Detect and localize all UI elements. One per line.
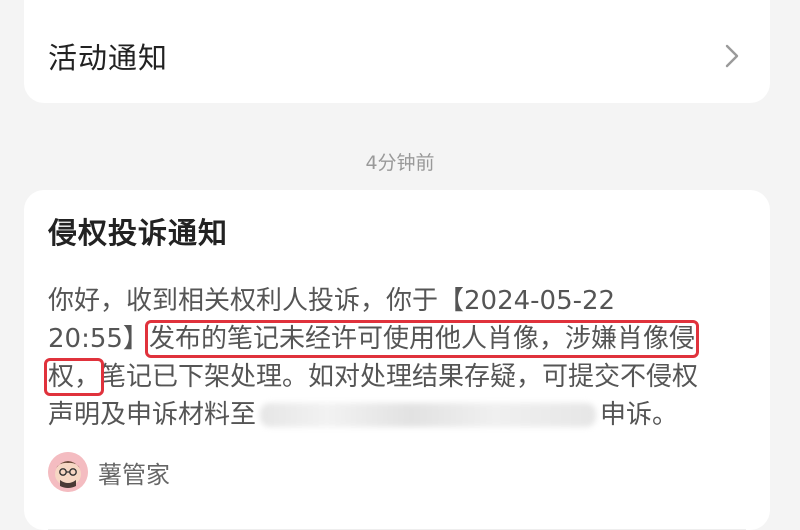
notice-text: 笔记已下架处理。如对处理结果存疑，可提交不侵权 (100, 362, 699, 392)
notice-text: 20:55】 (48, 324, 149, 354)
notice-body-line-4: 声明及申诉材料至 申诉。 (48, 396, 748, 434)
notice-body-line-2: 20:55】发布的笔记未经许可使用他人肖像，涉嫌肖像侵 (48, 320, 748, 358)
sender[interactable]: 薯管家 (48, 452, 746, 492)
notice-text: 申诉。 (600, 400, 679, 430)
activity-notice-entry[interactable]: 活动通知 (24, 0, 770, 103)
highlighted-reason-end: 权， (43, 358, 105, 396)
highlighted-reason: 发布的笔记未经许可使用他人肖像，涉嫌肖像侵 (144, 320, 699, 358)
notice-text: 你好，收到相关权利人投诉，你于【2024-05-22 (48, 286, 616, 316)
notice-text: 声明及申诉材料至 (48, 400, 257, 430)
notice-body-line-3: 权，笔记已下架处理。如对处理结果存疑，可提交不侵权 (43, 358, 748, 396)
potato-butler-avatar-icon (48, 452, 88, 492)
redacted-email (260, 403, 597, 427)
chevron-right-icon (722, 42, 742, 70)
notice-body: 你好，收到相关权利人投诉，你于【2024-05-22 20:55】发布的笔记未经… (43, 282, 748, 434)
notice-body-line-1: 你好，收到相关权利人投诉，你于【2024-05-22 (48, 282, 748, 320)
sender-name: 薯管家 (98, 460, 170, 489)
message-timestamp: 4分钟前 (365, 152, 435, 174)
activity-notice-title: 活动通知 (48, 40, 169, 75)
infringement-notice-card: 侵权投诉通知 你好，收到相关权利人投诉，你于【2024-05-22 20:55】… (24, 190, 770, 530)
notice-title: 侵权投诉通知 (48, 216, 229, 250)
